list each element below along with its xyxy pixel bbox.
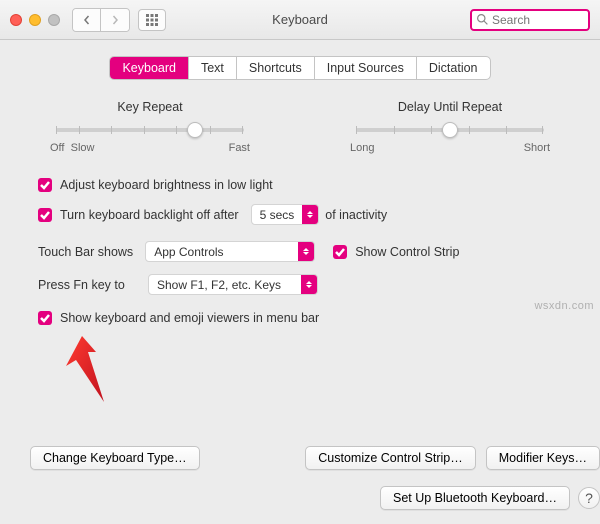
minimize-window-button[interactable] (29, 14, 41, 26)
back-button[interactable] (73, 9, 101, 31)
tab-keyboard[interactable]: Keyboard (110, 57, 189, 79)
delay-slider[interactable] (356, 120, 544, 140)
key-repeat-fast-label: Fast (229, 142, 250, 154)
row-adjust-brightness: Adjust keyboard brightness in low light (38, 178, 580, 192)
nav-buttons (72, 8, 130, 32)
backlight-timeout-value: 5 secs (252, 208, 303, 222)
key-repeat-slider-group: Key Repeat Off Slow Fast (50, 100, 250, 154)
bottom-button-row-1: Change Keyboard Type… Customize Control … (30, 446, 600, 470)
tab-input-sources[interactable]: Input Sources (315, 57, 417, 79)
adjust-brightness-checkbox[interactable] (38, 178, 52, 192)
fn-value: Show F1, F2, etc. Keys (149, 278, 289, 292)
row-touchbar: Touch Bar shows App Controls Show Contro… (38, 241, 580, 262)
delay-long-label: Long (350, 142, 374, 154)
show-emoji-label: Show keyboard and emoji viewers in menu … (60, 311, 319, 325)
traffic-lights (10, 14, 60, 26)
touchbar-value: App Controls (146, 245, 231, 259)
search-input[interactable] (492, 13, 584, 27)
window-title: Keyboard (272, 12, 328, 27)
modifier-keys-button[interactable]: Modifier Keys… (486, 446, 600, 470)
delay-thumb[interactable] (442, 122, 458, 138)
select-arrow-icon (302, 205, 318, 224)
delay-slider-group: Delay Until Repeat Long Short (350, 100, 550, 154)
show-all-button[interactable] (138, 9, 166, 31)
bottom-button-row-2: Set Up Bluetooth Keyboard… ? (380, 486, 600, 510)
check-icon (335, 247, 345, 257)
tab-dictation[interactable]: Dictation (417, 57, 490, 79)
zoom-window-button (48, 14, 60, 26)
show-emoji-checkbox[interactable] (38, 311, 52, 325)
content-area: Keyboard Text Shortcuts Input Sources Di… (0, 40, 600, 349)
check-icon (40, 313, 50, 323)
tabs: Keyboard Text Shortcuts Input Sources Di… (109, 56, 490, 80)
key-repeat-thumb[interactable] (187, 122, 203, 138)
titlebar: Keyboard (0, 0, 600, 40)
watermark-text: wsxdn.com (534, 300, 594, 312)
grid-icon (146, 14, 158, 26)
delay-title: Delay Until Repeat (350, 100, 550, 114)
close-window-button[interactable] (10, 14, 22, 26)
backlight-off-label-post: of inactivity (325, 208, 387, 222)
help-button[interactable]: ? (578, 487, 600, 509)
chevron-right-icon (110, 15, 120, 25)
search-box[interactable] (470, 9, 590, 31)
fn-label: Press Fn key to (38, 278, 136, 292)
fn-select[interactable]: Show F1, F2, etc. Keys (148, 274, 318, 295)
backlight-off-label-pre: Turn keyboard backlight off after (60, 208, 239, 222)
check-icon (40, 210, 50, 220)
row-backlight-off: Turn keyboard backlight off after 5 secs… (38, 204, 580, 225)
check-icon (40, 180, 50, 190)
select-arrow-icon (298, 242, 314, 261)
forward-button[interactable] (101, 9, 129, 31)
touchbar-label: Touch Bar shows (38, 245, 133, 259)
backlight-off-checkbox[interactable] (38, 208, 52, 222)
search-icon (476, 13, 489, 26)
tab-row: Keyboard Text Shortcuts Input Sources Di… (20, 56, 580, 80)
show-control-strip-checkbox[interactable] (333, 245, 347, 259)
annotation-arrow-icon (32, 332, 112, 412)
slider-row: Key Repeat Off Slow Fast Delay Until Rep… (20, 100, 580, 154)
show-control-strip-label: Show Control Strip (355, 245, 459, 259)
key-repeat-title: Key Repeat (50, 100, 250, 114)
key-repeat-slow-label: Slow (71, 142, 95, 154)
delay-short-label: Short (524, 142, 550, 154)
settings-rows: Adjust keyboard brightness in low light … (20, 178, 580, 325)
adjust-brightness-label: Adjust keyboard brightness in low light (60, 178, 273, 192)
row-show-emoji: Show keyboard and emoji viewers in menu … (38, 311, 580, 325)
key-repeat-slider[interactable] (56, 120, 244, 140)
tab-text[interactable]: Text (189, 57, 237, 79)
touchbar-select[interactable]: App Controls (145, 241, 315, 262)
backlight-timeout-select[interactable]: 5 secs (251, 204, 320, 225)
chevron-left-icon (82, 15, 92, 25)
select-arrow-icon (301, 275, 317, 294)
key-repeat-off-label: Off (50, 142, 64, 154)
tab-shortcuts[interactable]: Shortcuts (237, 57, 315, 79)
customize-control-strip-button[interactable]: Customize Control Strip… (305, 446, 476, 470)
row-fn-key: Press Fn key to Show F1, F2, etc. Keys (38, 274, 580, 295)
setup-bluetooth-keyboard-button[interactable]: Set Up Bluetooth Keyboard… (380, 486, 570, 510)
change-keyboard-type-button[interactable]: Change Keyboard Type… (30, 446, 200, 470)
